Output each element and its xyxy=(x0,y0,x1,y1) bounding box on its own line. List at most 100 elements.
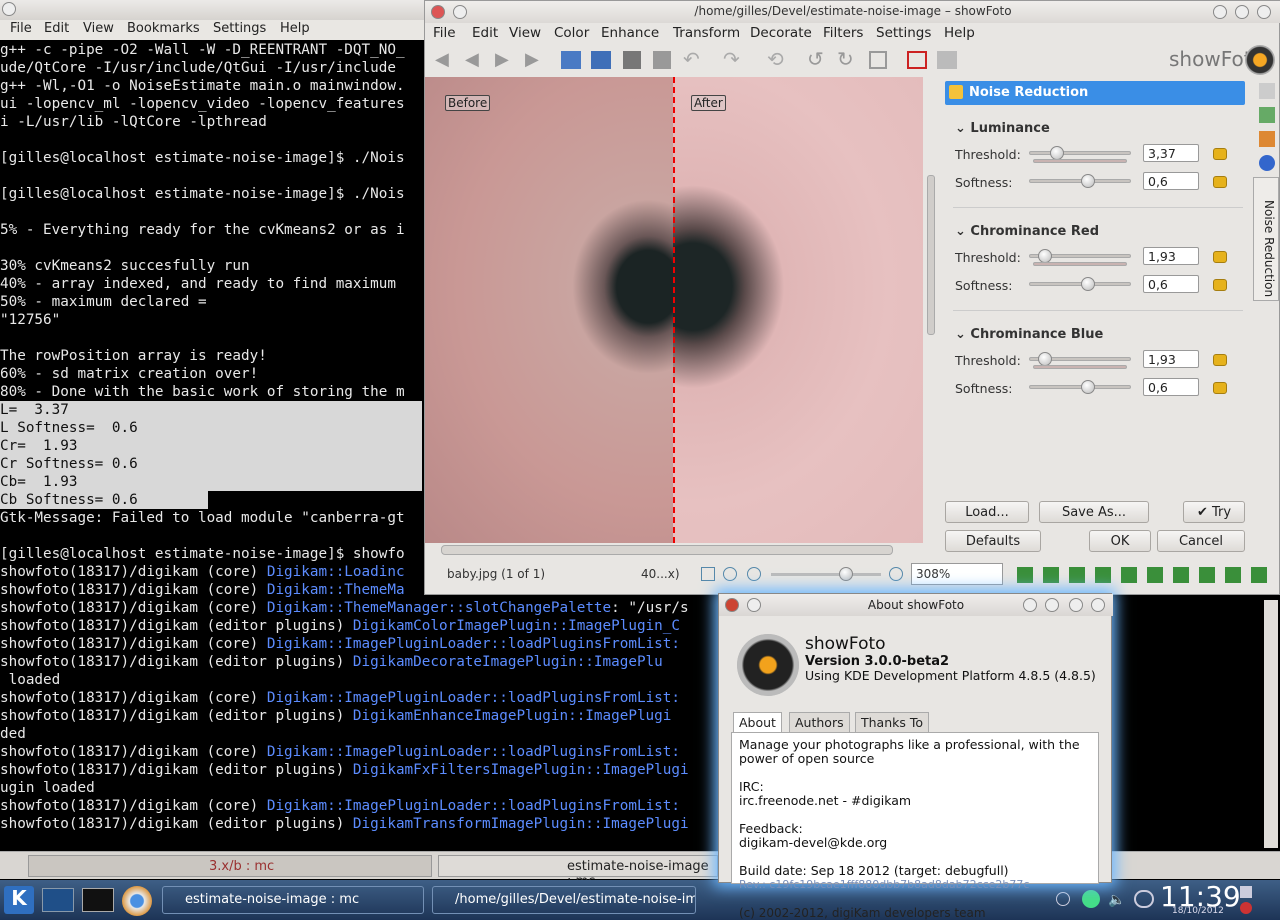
fullscreen-icon[interactable] xyxy=(907,51,927,69)
menu-settings[interactable]: Settings xyxy=(876,25,931,41)
rotate-left-icon[interactable]: ↺ xyxy=(807,47,824,71)
task-terminal[interactable]: estimate-noise-image : mc xyxy=(162,886,424,914)
try-button[interactable]: ✔ Try xyxy=(1183,501,1245,523)
terminal-launcher-icon[interactable] xyxy=(82,888,114,912)
showfoto-app-icon[interactable] xyxy=(431,5,445,19)
group-expander-2[interactable]: ⌄ Chrominance Blue xyxy=(955,327,1103,342)
sidebar-tab-noise-reduction[interactable]: Noise Reduction xyxy=(1253,177,1279,301)
terminal-menu-view[interactable]: View xyxy=(83,21,114,36)
menu-color[interactable]: Color xyxy=(554,25,589,41)
about-irc[interactable]: irc.freenode.net - #digikam xyxy=(739,794,1091,808)
task-showfoto[interactable]: /home/gilles/Devel/estimate-noise-ima xyxy=(432,886,696,914)
fit-window-icon[interactable] xyxy=(701,567,715,581)
softness-spinbox[interactable]: 0,6 xyxy=(1143,378,1199,396)
open-folder-icon[interactable] xyxy=(591,51,611,69)
redo-icon[interactable]: ↷ xyxy=(723,47,740,71)
close-icon[interactable] xyxy=(1257,5,1271,19)
last-icon[interactable]: ▶ xyxy=(525,49,539,70)
menu-file[interactable]: File xyxy=(433,25,456,41)
save-icon[interactable] xyxy=(623,51,641,69)
reset-softness-icon[interactable] xyxy=(1213,176,1227,188)
konsole-tab-1[interactable]: 3.x/b : mc xyxy=(28,855,432,877)
sidebar-tab-geo-icon[interactable] xyxy=(1259,155,1275,171)
reset-threshold-icon[interactable] xyxy=(1213,148,1227,160)
softness-slider[interactable] xyxy=(1029,282,1131,286)
open-file-icon[interactable] xyxy=(561,51,581,69)
previous-icon[interactable]: ◀ xyxy=(465,49,479,70)
threshold-slider-knob[interactable] xyxy=(1049,146,1064,160)
softness-slider-knob[interactable] xyxy=(1081,174,1096,188)
about-tab-about[interactable]: About xyxy=(733,712,782,732)
cancel-button[interactable]: Cancel xyxy=(1157,530,1245,552)
threshold-spinbox[interactable]: 3,37 xyxy=(1143,144,1199,162)
desktop-icon[interactable] xyxy=(42,888,74,912)
menu-filters[interactable]: Filters xyxy=(823,25,863,41)
image-preview[interactable]: Before After xyxy=(425,77,923,543)
save-as-icon[interactable] xyxy=(653,51,671,69)
softness-spinbox[interactable]: 0,6 xyxy=(1143,172,1199,190)
group-expander-1[interactable]: ⌄ Chrominance Red xyxy=(955,224,1099,239)
preview-horizontal-scrollbar[interactable] xyxy=(429,543,919,557)
network-globe-icon[interactable] xyxy=(1082,890,1100,908)
terminal-menu-help[interactable]: Help xyxy=(280,21,310,36)
menu-decorate[interactable]: Decorate xyxy=(750,25,812,41)
rotate-right-icon[interactable]: ↻ xyxy=(837,47,854,71)
about-help-icon[interactable] xyxy=(1023,598,1037,612)
shutdown-icon[interactable] xyxy=(1240,902,1252,914)
reset-softness-icon[interactable] xyxy=(1213,279,1227,291)
menu-view[interactable]: View xyxy=(509,25,541,41)
load-button[interactable]: Load... xyxy=(945,501,1029,523)
about-app-icon[interactable] xyxy=(725,598,739,612)
undo-icon[interactable]: ↶ xyxy=(683,47,700,71)
about-maximize-icon[interactable] xyxy=(1069,598,1083,612)
network-icon[interactable] xyxy=(1134,890,1154,908)
revert-icon[interactable]: ⟲ xyxy=(767,47,784,71)
terminal-menu-file[interactable]: File xyxy=(10,21,32,36)
terminal-menu-edit[interactable]: Edit xyxy=(44,21,69,36)
maximize-icon[interactable] xyxy=(1235,5,1249,19)
softness-slider[interactable] xyxy=(1029,385,1131,389)
softness-spinbox[interactable]: 0,6 xyxy=(1143,275,1199,293)
terminal-scrollbar[interactable] xyxy=(1264,600,1278,848)
sidebar-tab-edit-icon[interactable] xyxy=(1259,83,1275,99)
crop-icon[interactable] xyxy=(869,51,887,69)
terminal-app-icon[interactable] xyxy=(2,2,16,16)
volume-icon[interactable]: 🔈 xyxy=(1108,892,1125,908)
ok-button[interactable]: OK xyxy=(1089,530,1151,552)
softness-slider[interactable] xyxy=(1029,179,1131,183)
reset-threshold-icon[interactable] xyxy=(1213,354,1227,366)
threshold-slider-knob[interactable] xyxy=(1038,249,1053,263)
about-tab-thanks[interactable]: Thanks To xyxy=(855,712,930,732)
slideshow-icon[interactable] xyxy=(937,51,957,69)
defaults-button[interactable]: Defaults xyxy=(945,530,1041,552)
about-pin-icon[interactable] xyxy=(747,598,761,612)
preview-vertical-scrollbar[interactable] xyxy=(925,81,937,539)
threshold-spinbox[interactable]: 1,93 xyxy=(1143,247,1199,265)
threshold-slider[interactable] xyxy=(1029,151,1131,155)
kde-menu-icon[interactable]: K xyxy=(4,886,34,914)
about-feedback[interactable]: digikam-devel@kde.org xyxy=(739,836,1091,850)
lock-icon[interactable] xyxy=(1240,886,1252,898)
pin-icon[interactable] xyxy=(453,5,467,19)
group-expander-0[interactable]: ⌄ Luminance xyxy=(955,121,1050,136)
histogram-tools-icons[interactable] xyxy=(1017,567,1267,583)
zoom-in-icon[interactable] xyxy=(889,567,903,581)
threshold-slider-knob[interactable] xyxy=(1038,352,1053,366)
save-as-button[interactable]: Save As... xyxy=(1039,501,1149,523)
about-rev[interactable]: Rev.: c19fc19bcae1fff880dbb7b8ad8dab72cc… xyxy=(739,878,1091,892)
sidebar-tab-tags-icon[interactable] xyxy=(1259,107,1275,123)
browser-icon[interactable] xyxy=(122,886,152,916)
menu-help[interactable]: Help xyxy=(944,25,975,41)
about-close-icon[interactable] xyxy=(1091,598,1105,612)
menu-transform[interactable]: Transform xyxy=(673,25,740,41)
menu-enhance[interactable]: Enhance xyxy=(601,25,659,41)
zoom-out-icon[interactable] xyxy=(747,567,761,581)
softness-slider-knob[interactable] xyxy=(1081,380,1096,394)
first-icon[interactable]: ◀ xyxy=(435,49,449,70)
terminal-menu-settings[interactable]: Settings xyxy=(213,21,266,36)
split-line[interactable] xyxy=(673,77,675,543)
zoom-slider-knob[interactable] xyxy=(839,567,853,581)
terminal-menu-bookmarks[interactable]: Bookmarks xyxy=(127,21,200,36)
softness-slider-knob[interactable] xyxy=(1081,277,1096,291)
menu-edit[interactable]: Edit xyxy=(472,25,498,41)
